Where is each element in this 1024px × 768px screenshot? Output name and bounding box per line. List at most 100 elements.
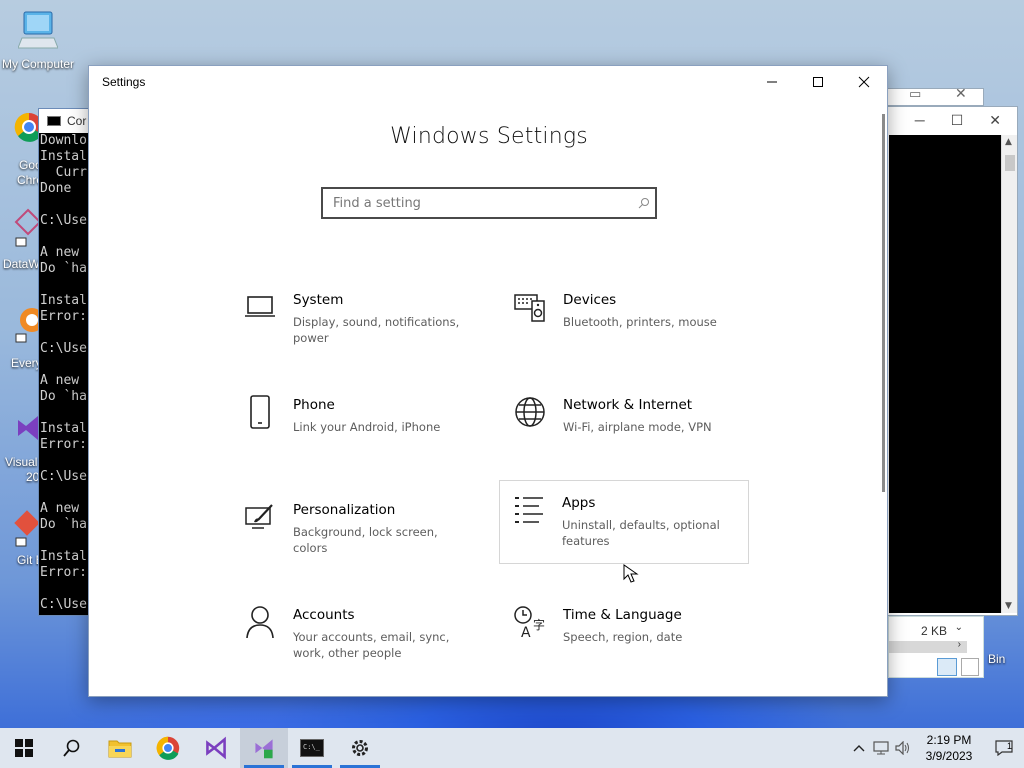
start-button[interactable] (0, 728, 48, 768)
close-icon[interactable]: ✕ (989, 112, 1001, 129)
tile-name: Network & Internet (563, 397, 693, 413)
file-explorer-icon (108, 740, 132, 758)
close-icon (858, 76, 870, 88)
terminal-icon: C:\_ (300, 739, 324, 757)
taskbar: C:\_ 2:19 PM 3/9/2023 1 (0, 728, 1024, 768)
chevron-down-icon[interactable]: ⌄ (955, 622, 963, 633)
desktop-icon-my-computer[interactable]: My Computer (0, 8, 76, 71)
window-title: Settings (102, 75, 146, 89)
taskbar-settings[interactable] (336, 728, 384, 768)
notification-count: 1 (1006, 741, 1012, 751)
desktop-label-partial: Bin (988, 652, 1006, 666)
search-icon (63, 739, 80, 757)
taskbar-visual-studio[interactable] (192, 728, 240, 768)
settings-window[interactable]: Settings Windows Settings System Display… (88, 65, 888, 697)
tile-description: Speech, region, date (563, 630, 683, 644)
maximize-button[interactable] (795, 66, 841, 98)
desktop-label-partial: DataW (3, 257, 40, 271)
tile-name: Accounts (293, 607, 355, 623)
page-title: Windows Settings (390, 124, 588, 149)
taskbar-chrome[interactable] (144, 728, 192, 768)
tile-description: Your accounts, email, sync, work, other … (293, 630, 450, 660)
visual-studio-icon (206, 736, 226, 760)
search-input[interactable] (333, 195, 633, 211)
system-tray: 2:19 PM 3/9/2023 1 (848, 728, 1024, 768)
chevron-up-icon[interactable] (848, 728, 870, 768)
large-icons-view-icon[interactable] (961, 658, 979, 676)
terminal-content (889, 135, 1001, 613)
search-icon[interactable] (633, 197, 655, 209)
tile-description: Wi-Fi, airplane mode, VPN (563, 420, 712, 434)
tile-name: System (293, 292, 344, 308)
apps-list-icon (512, 493, 546, 527)
desktop-icon-label: My Computer (1, 57, 75, 71)
cmd-icon (47, 116, 61, 126)
desktop-label-partial: Visual (5, 455, 38, 469)
chrome-icon (156, 736, 180, 760)
taskbar-file-explorer[interactable] (96, 728, 144, 768)
globe-icon (513, 395, 547, 429)
taskbar-search-button[interactable] (48, 728, 96, 768)
background-window-top[interactable]: ▭ ✕ (880, 86, 984, 106)
clock[interactable]: 2:19 PM 3/9/2023 (914, 732, 984, 764)
tile-phone[interactable]: Phone Link your Android, iPhone (231, 383, 481, 467)
tile-personalization[interactable]: Personalization Background, lock screen,… (231, 488, 481, 572)
tile-accounts[interactable]: Accounts Your accounts, email, sync, wor… (231, 593, 481, 677)
tile-name: Personalization (293, 502, 396, 518)
tile-network[interactable]: Network & Internet Wi-Fi, airplane mode,… (501, 383, 751, 467)
tile-description: Uninstall, defaults, optional features (562, 518, 720, 548)
phone-icon (243, 395, 277, 429)
tile-devices[interactable]: Devices Bluetooth, printers, mouse (501, 278, 751, 362)
tile-description: Link your Android, iPhone (293, 420, 441, 434)
file-size: 2 KB (920, 624, 947, 638)
maximize-icon (813, 77, 823, 87)
tile-description: Display, sound, notifications, power (293, 315, 460, 345)
network-icon[interactable] (870, 728, 892, 768)
tile-description: Background, lock screen, colors (293, 525, 438, 555)
laptop-icon (243, 290, 277, 324)
maximize-icon[interactable]: ☐ (951, 112, 964, 129)
time-language-icon: A字 (513, 605, 547, 639)
scrollbar[interactable]: ▲ ▼ (1001, 135, 1017, 613)
clock-time: 2:19 PM (926, 733, 972, 747)
clock-date: 3/9/2023 (925, 749, 973, 763)
tile-name: Time & Language (563, 607, 682, 623)
volume-icon[interactable] (892, 728, 914, 768)
tile-apps[interactable]: Apps Uninstall, defaults, optional featu… (499, 480, 749, 564)
person-icon (243, 605, 277, 639)
details-view-icon[interactable] (937, 658, 957, 676)
search-box[interactable] (321, 187, 657, 219)
settings-titlebar: Settings (89, 66, 887, 98)
tile-system[interactable]: System Display, sound, notifications, po… (231, 278, 481, 362)
tile-name: Apps (562, 495, 596, 511)
chevron-right-icon[interactable]: › (958, 639, 961, 650)
tile-name: Devices (563, 292, 617, 308)
settings-scrollbar[interactable] (882, 114, 885, 492)
tile-time-language[interactable]: A字 Time & Language Speech, region, date (501, 593, 751, 677)
vs-installer-icon (255, 739, 273, 759)
start-icon (15, 739, 33, 757)
background-window-controls: ─ ☐ ✕ (881, 107, 1017, 133)
keyboard-speaker-icon (513, 290, 547, 324)
horizontal-scrollbar[interactable] (889, 641, 967, 653)
notification-center-button[interactable]: 1 (984, 728, 1024, 768)
taskbar-vs-installer[interactable] (240, 728, 288, 768)
svg-text:字: 字 (533, 617, 545, 632)
tile-description: Bluetooth, printers, mouse (563, 315, 717, 329)
minimize-button[interactable] (749, 66, 795, 98)
scroll-thumb[interactable] (1005, 155, 1015, 171)
console-title: Cor (67, 114, 87, 128)
taskbar-terminal[interactable]: C:\_ (288, 728, 336, 768)
explorer-window-fragment[interactable]: 2 KB ⌄ › (888, 616, 984, 678)
tile-name: Phone (293, 397, 335, 413)
minimize-icon (767, 81, 777, 83)
close-button[interactable] (841, 66, 887, 98)
background-terminal-window[interactable]: ─ ☐ ✕ ▲ ▼ (880, 106, 1018, 616)
svg-text:A: A (521, 625, 531, 639)
svg-text:C:\_: C:\_ (303, 743, 321, 751)
mouse-cursor-icon (622, 563, 642, 589)
paintbrush-icon (243, 500, 277, 534)
settings-gear-icon (352, 740, 368, 756)
minimize-icon[interactable]: ─ (915, 112, 925, 128)
computer-icon (0, 8, 76, 55)
